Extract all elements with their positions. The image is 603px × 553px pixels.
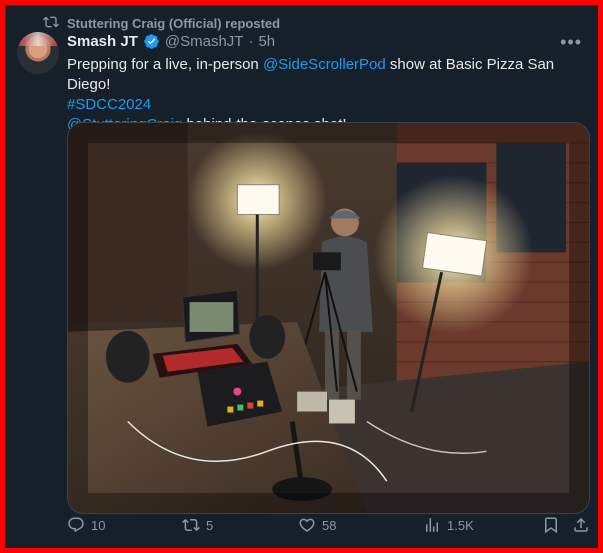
verified-badge-icon[interactable] <box>143 33 160 50</box>
reply-count: 10 <box>91 517 106 533</box>
tweet-header: Smash JT @SmashJT · 5h <box>67 33 275 50</box>
repost-indicator[interactable]: Stuttering Craig (Official) reposted <box>43 14 280 33</box>
tweet-card: Stuttering Craig (Official) reposted Sma… <box>0 0 603 553</box>
bookmark-icon <box>545 517 557 534</box>
views-chart-icon <box>426 518 438 532</box>
hashtag-link[interactable]: #SDCC2024 <box>67 96 151 113</box>
tweet-text-part: Prepping for a live, in-person <box>67 56 263 73</box>
share-icon <box>574 517 588 532</box>
timestamp[interactable]: 5h <box>258 33 275 50</box>
repost-count: 5 <box>206 517 214 533</box>
reply-icon <box>68 517 84 533</box>
like-count: 58 <box>322 517 337 533</box>
repost-icon <box>43 14 59 33</box>
reply-button[interactable]: 10 <box>67 516 105 534</box>
mention-link[interactable]: @SideScrollerPod <box>263 56 386 73</box>
more-options-icon[interactable]: ••• <box>560 33 582 51</box>
separator-dot: · <box>248 33 254 50</box>
avatar[interactable] <box>17 32 59 74</box>
retweet-icon <box>182 518 200 532</box>
views-button[interactable]: 1.5K <box>423 516 474 534</box>
repost-button[interactable]: 5 <box>182 516 213 534</box>
bookmark-button[interactable] <box>542 516 560 534</box>
repost-label: Stuttering Craig (Official) reposted <box>67 16 281 31</box>
heart-icon <box>299 518 315 532</box>
views-count: 1.5K <box>447 517 474 533</box>
like-button[interactable]: 58 <box>298 516 336 534</box>
author-name[interactable]: Smash JT <box>67 33 138 50</box>
share-button[interactable] <box>572 516 590 534</box>
photo-scene <box>68 123 589 513</box>
author-handle[interactable]: @SmashJT <box>165 33 244 50</box>
tweet-photo[interactable] <box>67 122 590 514</box>
